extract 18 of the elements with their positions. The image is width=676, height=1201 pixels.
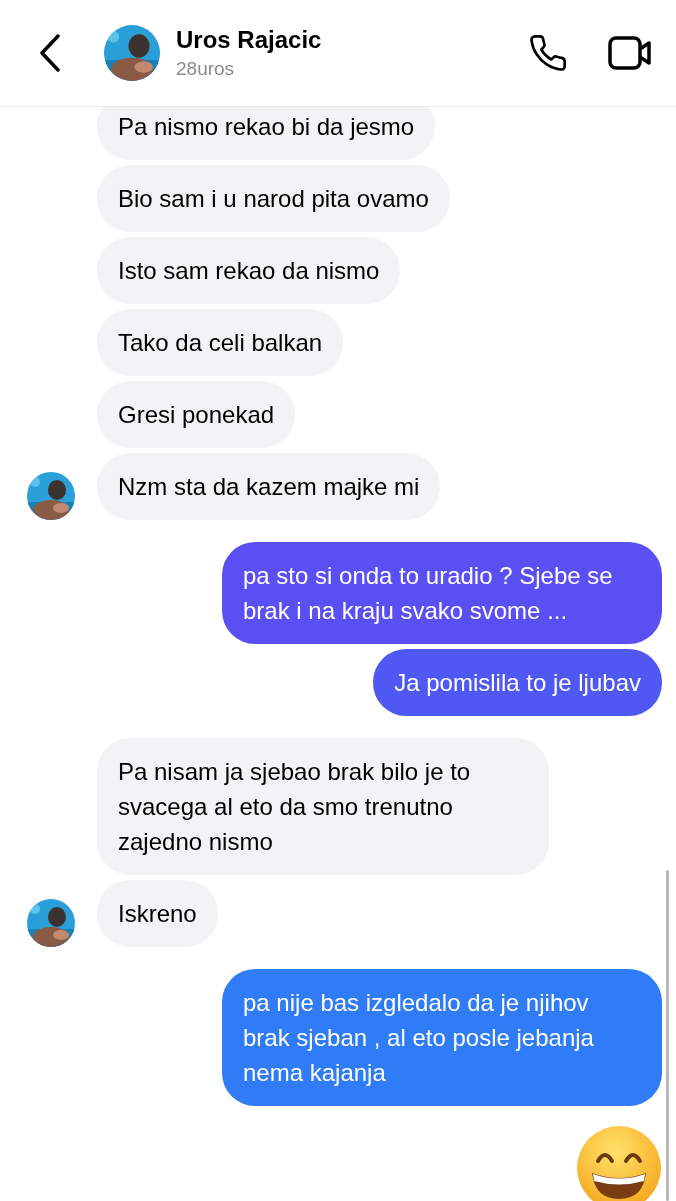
- message-bubble: pa sto si onda to uradio ? Sjebe se brak i na kraju svako svome ...: [222, 542, 662, 644]
- message-bubble: pa nije bas izgledalo da je njihov brak sjeban , al eto posle jebanja nema kajanja: [222, 969, 662, 1106]
- message-bubble: Ja pomislila to je ljubav: [373, 649, 662, 716]
- message-bubble: Pa nismo rekao bi da jesmo: [97, 107, 436, 160]
- phone-call-button[interactable]: [528, 33, 568, 73]
- back-button[interactable]: [38, 34, 62, 72]
- message-bubble: Nzm sta da kazem majke mi: [97, 453, 441, 520]
- message-bubble: Gresi ponekad: [97, 381, 296, 448]
- message-bubble: Tako da celi balkan: [97, 309, 344, 376]
- scrollbar[interactable]: [666, 870, 669, 1201]
- video-call-button[interactable]: [608, 35, 652, 71]
- message-bubble: Bio sam i u narod pita ovamo: [97, 165, 450, 232]
- message-bubble: Iskreno: [97, 880, 218, 947]
- username: 28uros: [176, 58, 236, 80]
- message-bubble: Pa nisam ja sjebao brak bilo je to svacega al eto da smo trenutno zajedno nismo: [97, 738, 549, 875]
- contact-name: Uros Rajacic: [176, 26, 323, 54]
- grinning-face-icon: [576, 1125, 662, 1201]
- message-bubble: Isto sam rekao da nismo: [97, 237, 401, 304]
